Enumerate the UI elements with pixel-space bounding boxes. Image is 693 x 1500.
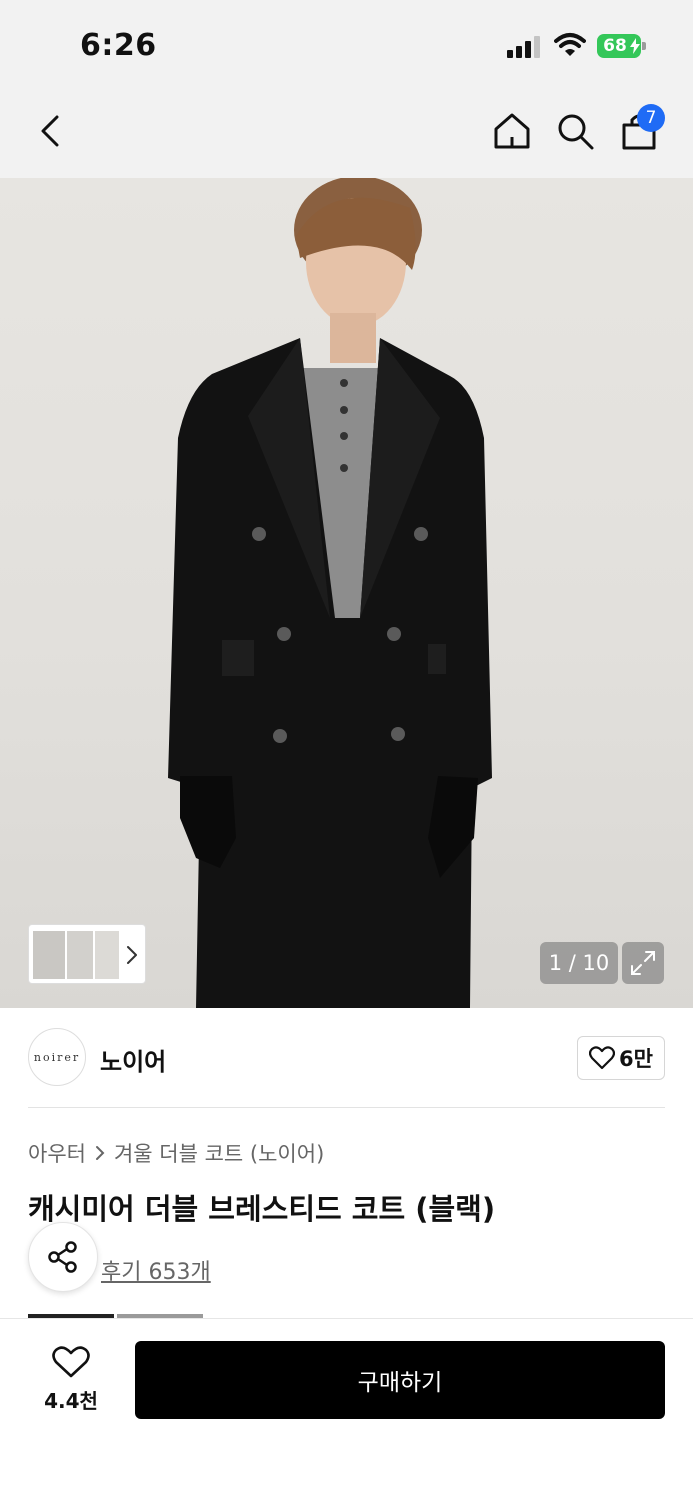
- product-title: 캐시미어 더블 브레스티드 코트 (블랙): [28, 1192, 496, 1226]
- expand-button[interactable]: [622, 942, 664, 984]
- status-bar: 6:26 68: [0, 0, 693, 88]
- chevron-right-icon: [95, 1146, 105, 1160]
- brand-like-count: 6만: [619, 1047, 653, 1071]
- chevron-right-icon: [127, 946, 137, 964]
- battery-icon: 68: [597, 34, 647, 58]
- home-icon: [494, 113, 530, 149]
- product-photo: [168, 178, 492, 1008]
- chevron-left-icon: [41, 115, 59, 147]
- brand-like-button[interactable]: 6만: [577, 1036, 665, 1080]
- cart-count-badge: 7: [637, 104, 665, 132]
- image-counter: 1 / 10: [540, 942, 618, 984]
- thumbnail-strip[interactable]: [28, 924, 146, 984]
- breadcrumb-category[interactable]: 아우터: [28, 1138, 86, 1168]
- divider: [28, 1107, 665, 1108]
- back-button[interactable]: [25, 106, 75, 156]
- home-button[interactable]: [487, 106, 537, 156]
- heart-icon: [52, 1346, 90, 1378]
- wifi-icon: [554, 33, 586, 56]
- buy-button[interactable]: 구매하기: [135, 1341, 665, 1419]
- expand-icon: [631, 951, 655, 975]
- heart-icon: [589, 1046, 616, 1070]
- breadcrumb: 아우터 겨울 더블 코트 (노이어): [28, 1138, 324, 1168]
- share-icon: [48, 1241, 77, 1273]
- charging-bolt-icon: [630, 38, 640, 54]
- review-link[interactable]: 후기 653개: [101, 1254, 211, 1286]
- cellular-signal-icon: [507, 36, 543, 58]
- battery-percentage: 68: [603, 36, 627, 56]
- thumbnail-image[interactable]: [95, 931, 119, 979]
- share-button[interactable]: [28, 1222, 98, 1292]
- thumbnail-image[interactable]: [67, 931, 93, 979]
- status-time: 6:26: [80, 28, 157, 63]
- search-button[interactable]: [550, 106, 600, 156]
- search-icon: [558, 114, 594, 150]
- thumbnail-image[interactable]: [33, 931, 65, 979]
- product-image-gallery[interactable]: 1 / 10: [0, 178, 693, 1008]
- wishlist-button[interactable]: 4.4천: [28, 1345, 114, 1417]
- brand-name[interactable]: 노이어: [100, 1042, 166, 1077]
- navigation-bar: [0, 88, 693, 178]
- bottom-action-bar: 4.4천 구매하기: [0, 1318, 693, 1500]
- brand-row[interactable]: noirer 노이어 6만: [0, 1008, 693, 1108]
- brand-logo[interactable]: noirer: [28, 1028, 86, 1086]
- breadcrumb-subcategory[interactable]: 겨울 더블 코트 (노이어): [114, 1138, 324, 1168]
- wishlist-count: 4.4천: [44, 1389, 98, 1413]
